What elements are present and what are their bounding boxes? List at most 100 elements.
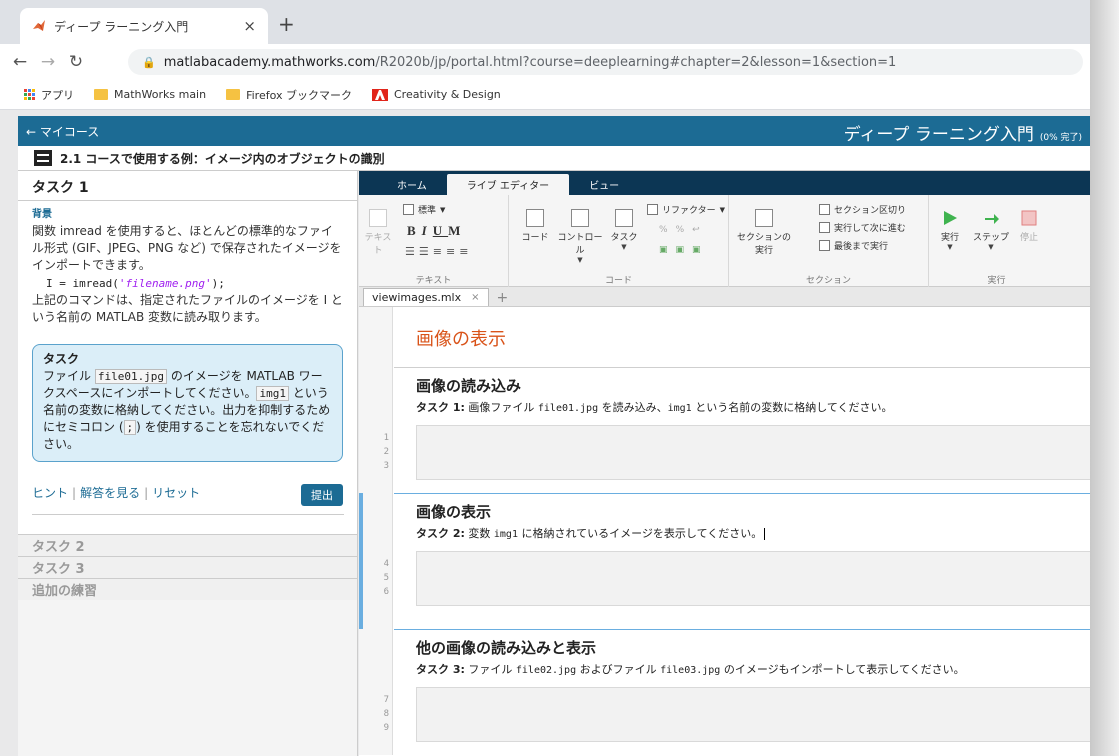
folder-icon — [94, 89, 108, 100]
task-button[interactable]: タスク ▼ — [609, 209, 639, 251]
show-solution-link[interactable]: 解答を見る — [80, 484, 140, 501]
code-block[interactable] — [416, 687, 1090, 742]
chevron-down-icon: ▼ — [621, 243, 627, 251]
reset-link[interactable]: リセット — [152, 484, 200, 501]
menu-icon[interactable] — [34, 150, 52, 166]
text-part: という名前の変数に格納してください。 — [691, 401, 893, 414]
underline-icon[interactable]: U — [433, 223, 448, 239]
stop-button[interactable]: 停止 — [1015, 209, 1043, 243]
tab-view[interactable]: ビュー — [569, 174, 639, 195]
code-part: file01.jpg — [537, 403, 599, 414]
style-icon — [403, 204, 414, 215]
section-heading: 画像の読み込み — [416, 377, 522, 395]
lesson-title: 2.1 コースで使用する例：イメージ内のオブジェクトの識別 — [60, 151, 385, 166]
file-tabs: viewimages.mlx × + — [359, 287, 1090, 307]
task-3-header[interactable]: タスク 3 — [18, 556, 357, 578]
step-icon — [985, 214, 999, 224]
live-script-document[interactable]: 画像の表示 画像の読み込み タスク 1: 画像ファイル file01.jpg を… — [359, 307, 1090, 755]
apps-grid-icon — [24, 89, 35, 100]
refactor-label: リファクター — [662, 206, 716, 216]
line-number: 9 — [383, 723, 389, 733]
bookmark-apps[interactable]: アプリ — [24, 87, 74, 103]
file-tab[interactable]: viewimages.mlx × — [363, 288, 489, 306]
bookmark-mathworks-main[interactable]: MathWorks main — [94, 88, 206, 101]
code-block[interactable] — [416, 425, 1090, 480]
task-2-header[interactable]: タスク 2 — [18, 534, 357, 556]
bookmark-label: MathWorks main — [114, 88, 207, 101]
group-label: 実行 — [987, 276, 1006, 286]
chevron-down-icon: ▼ — [440, 205, 446, 214]
code-button[interactable]: コード — [517, 209, 553, 243]
indent-icon[interactable]: ▣ — [676, 245, 693, 255]
file-code: file01.jpg — [94, 369, 168, 384]
ribbon-toolbar: テキスト 標準 ▼ BIUM ☰ ☰ ≡ ≡ ≡ テキスト コード コントロール… — [359, 195, 1090, 287]
section-heading: 他の画像の読み込みと表示 — [416, 639, 597, 657]
run-section-label: セクションの実行 — [736, 233, 791, 256]
browser-tab[interactable]: ディープ ラーニング入門 × — [20, 8, 268, 44]
add-tab-icon[interactable]: + — [497, 290, 509, 306]
extra-practice-header[interactable]: 追加の練習 — [18, 578, 357, 600]
uncomment-icon[interactable]: % — [676, 225, 693, 235]
back-arrow-icon[interactable]: ← — [6, 52, 34, 72]
align-left-icon[interactable]: ≡ — [433, 245, 446, 258]
task-button-label: タスク — [610, 233, 638, 243]
divider — [32, 514, 344, 515]
section-divider — [394, 629, 1090, 630]
bold-icon[interactable]: B — [407, 223, 422, 239]
task-heading[interactable]: タスク 1 — [18, 171, 357, 201]
bookmark-firefox[interactable]: Firefox ブックマーク — [226, 87, 352, 103]
close-icon[interactable]: × — [471, 292, 479, 303]
section-break-button[interactable]: セクション区切り — [819, 203, 906, 216]
bullet-list-icon[interactable]: ☰ — [405, 245, 419, 258]
style-dropdown[interactable]: 標準 ▼ — [403, 203, 445, 216]
italic-icon[interactable]: I — [422, 223, 433, 239]
run-advance-icon — [819, 222, 830, 233]
task-instruction-box: タスク ファイル file01.jpg のイメージを MATLAB ワークスペー… — [32, 344, 343, 462]
refactor-dropdown[interactable]: リファクター ▼ — [647, 203, 725, 216]
url-input[interactable]: 🔒 matlabacademy.mathworks.com/R2020b/jp/… — [128, 49, 1083, 75]
run-button[interactable]: 実行 ▼ — [935, 209, 965, 251]
submit-button[interactable]: 提出 — [301, 484, 343, 506]
forward-arrow-icon[interactable]: → — [34, 52, 62, 72]
code-example: I = imread('filename.png'); — [46, 277, 343, 290]
line-number: 3 — [383, 461, 389, 471]
numbered-list-icon[interactable]: ☰ — [419, 245, 433, 258]
bookmark-creativity[interactable]: Creativity & Design — [372, 88, 501, 101]
section-task-text: タスク 1: 画像ファイル file01.jpg を読み込み、img1 という名… — [416, 399, 893, 415]
smart-indent-icon[interactable]: ▣ — [659, 245, 676, 255]
hint-link[interactable]: ヒント — [32, 484, 68, 501]
bookmark-label: アプリ — [41, 88, 74, 102]
new-tab-icon[interactable]: + — [278, 12, 295, 36]
background-label: 背景 — [32, 209, 52, 220]
run-icon — [944, 211, 957, 225]
line-number: 5 — [383, 573, 389, 583]
code-part: file03.jpg — [660, 665, 721, 676]
run-section-button[interactable]: セクションの実行 — [733, 209, 795, 256]
window-shadow — [1090, 0, 1119, 756]
my-courses-link[interactable]: ← マイコース — [26, 123, 99, 140]
tab-home[interactable]: ホーム — [377, 174, 447, 195]
refactor-icon — [647, 204, 658, 215]
run-advance-button[interactable]: 実行して次に進む — [819, 221, 906, 234]
reload-icon[interactable]: ↻ — [62, 52, 90, 72]
run-to-end-button[interactable]: 最後まで実行 — [819, 239, 888, 252]
control-button[interactable]: コントロール ▼ — [555, 209, 605, 264]
outdent-icon[interactable]: ▣ — [692, 245, 709, 255]
task-box-title: タスク — [43, 352, 80, 366]
tab-live-editor[interactable]: ライブ エディター — [446, 174, 570, 195]
text-button[interactable]: テキスト — [363, 209, 393, 256]
adobe-logo-icon — [372, 88, 388, 101]
comment-icon[interactable]: % — [659, 225, 676, 235]
wrap-icon[interactable]: ↩ — [692, 225, 708, 235]
group-label: コード — [604, 276, 632, 286]
align-center-icon[interactable]: ≡ — [446, 245, 459, 258]
monospace-icon[interactable]: M — [448, 223, 466, 239]
live-editor: ホーム ライブ エディター ビュー テキスト 標準 ▼ BIUM ☰ ☰ ≡ ≡ ≡ テ… — [359, 171, 1090, 756]
browser-tab-title: ディープ ラーニング入門 — [54, 19, 189, 34]
semicolon-code: ; — [123, 420, 137, 435]
url-path: /R2020b/jp/portal.html?course=deeplearni… — [375, 54, 897, 70]
close-icon[interactable]: × — [243, 17, 256, 35]
align-right-icon[interactable]: ≡ — [459, 245, 472, 258]
step-button[interactable]: ステップ ▼ — [973, 209, 1009, 251]
code-block[interactable] — [416, 551, 1090, 606]
